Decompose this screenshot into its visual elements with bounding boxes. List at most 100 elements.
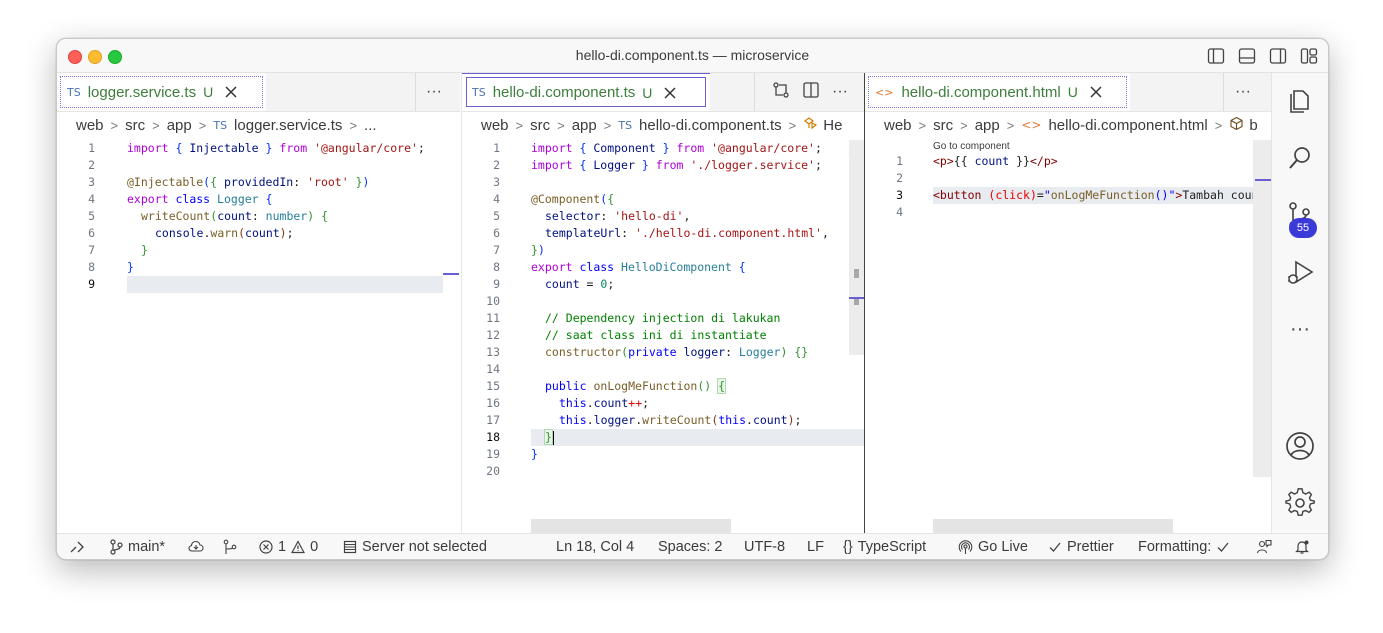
horizontal-scrollbar[interactable] <box>531 519 731 533</box>
explorer-icon[interactable] <box>1285 85 1315 115</box>
layout-controls <box>1207 47 1318 65</box>
editor-group-2: TS hello-di.component.ts U ··· web > src… <box>461 73 864 533</box>
settings-gear-icon[interactable] <box>1285 488 1315 518</box>
feedback-icon[interactable] <box>1256 534 1272 559</box>
close-icon[interactable] <box>662 85 678 101</box>
language-mode[interactable]: {} TypeScript <box>843 534 926 559</box>
codelens-go-to-component[interactable]: Go to component <box>933 141 1010 152</box>
warning-icon <box>291 540 306 554</box>
code-line: @Component({ <box>531 192 615 206</box>
cursor-position[interactable]: Ln 18, Col 4 <box>556 534 634 559</box>
more-actions-icon[interactable]: ··· <box>1235 83 1251 101</box>
git-graph-icon[interactable] <box>222 534 238 559</box>
git-branch-icon <box>110 539 123 555</box>
breadcrumb-item[interactable]: web <box>884 117 912 134</box>
untracked-marker: U <box>203 84 214 100</box>
close-icon[interactable] <box>223 84 239 100</box>
breadcrumb-item[interactable]: app <box>167 117 192 134</box>
search-icon[interactable] <box>1285 143 1315 173</box>
line-number: 2 <box>493 158 500 172</box>
horizontal-scrollbar[interactable] <box>933 519 1173 533</box>
tab-hello-di-component-ts[interactable]: TS hello-di.component.ts U <box>462 73 710 111</box>
notifications-bell-icon[interactable] <box>1294 534 1310 559</box>
code-line: <p>{{ count }}</p> <box>933 154 1058 168</box>
code-line: export class HelloDiComponent { <box>531 260 746 274</box>
breadcrumb-item[interactable]: ... <box>364 117 377 134</box>
line-number: 3 <box>493 175 500 189</box>
breadcrumb-item[interactable]: app <box>572 117 597 134</box>
typescript-file-icon: TS <box>472 86 486 99</box>
breadcrumb-item[interactable]: src <box>125 117 145 134</box>
line-number: 3 <box>88 175 95 189</box>
toggle-secondary-sidebar-icon[interactable] <box>1269 47 1287 65</box>
go-live-button[interactable]: Go Live <box>958 534 1028 559</box>
line-number: 9 <box>88 277 95 291</box>
sync-icon[interactable] <box>188 534 204 559</box>
line-number: 14 <box>486 362 500 376</box>
braces-icon: {} <box>843 539 853 555</box>
breadcrumb-item[interactable]: app <box>975 117 1000 134</box>
breadcrumb-item[interactable]: web <box>481 117 509 134</box>
eol-status[interactable]: LF <box>807 534 824 559</box>
line-number: 8 <box>88 260 95 274</box>
close-icon[interactable] <box>1088 84 1104 100</box>
more-icon[interactable]: ··· <box>1285 319 1315 349</box>
tab-bar: <> hello-di.component.html U ··· <box>865 73 1271 112</box>
code-line: public onLogMeFunction() { <box>545 378 727 394</box>
breadcrumb-item[interactable]: hello-di.component.ts <box>639 117 782 134</box>
remote-indicator[interactable] <box>57 534 97 559</box>
customize-layout-icon[interactable] <box>1300 47 1318 65</box>
tab-divider <box>415 73 416 111</box>
vertical-scrollbar[interactable] <box>1253 140 1271 477</box>
line-number: 7 <box>88 243 95 257</box>
server-status[interactable]: Server not selected <box>343 534 487 559</box>
html-file-icon: <> <box>875 85 894 99</box>
breadcrumb-item[interactable]: hello-di.component.html <box>1048 117 1207 134</box>
formatting-status[interactable]: Formatting: <box>1138 534 1230 559</box>
typescript-file-icon: TS <box>67 85 81 99</box>
branch-status[interactable]: main* <box>109 534 165 559</box>
code-line: export class Logger { <box>127 192 273 206</box>
line-number: 17 <box>486 413 500 427</box>
split-editor-icon[interactable] <box>802 81 820 104</box>
problems-status[interactable]: 1 0 <box>259 534 318 559</box>
prettier-status[interactable]: Prettier <box>1048 534 1114 559</box>
line-number: 19 <box>486 447 500 461</box>
code-line: writeCount(count: number) { <box>141 209 329 223</box>
account-icon[interactable] <box>1285 431 1315 461</box>
code-line: import { Injectable } from '@angular/cor… <box>127 141 425 155</box>
code-line: constructor(private logger: Logger) {} <box>545 345 809 359</box>
toggle-panel-icon[interactable] <box>1238 47 1256 65</box>
more-actions-icon[interactable]: ··· <box>832 83 848 101</box>
indentation-status[interactable]: Spaces: 2 <box>658 534 723 559</box>
formatting-label: Formatting: <box>1138 539 1212 555</box>
open-changes-icon[interactable] <box>772 81 790 104</box>
vscode-window: hello-di.component.ts — microservice TS … <box>56 38 1329 560</box>
line-number: 4 <box>896 205 903 219</box>
run-debug-icon[interactable] <box>1285 258 1315 288</box>
breadcrumb-item[interactable]: src <box>933 117 953 134</box>
overview-ruler-marker <box>443 273 459 275</box>
activity-bar: ··· <box>1271 73 1328 533</box>
code-editor[interactable]: 1 import { Component } from '@angular/cor… <box>462 140 864 480</box>
encoding-status[interactable]: UTF-8 <box>744 534 785 559</box>
code-line: import { Logger } from './logger.service… <box>531 158 822 172</box>
more-actions-icon[interactable]: ··· <box>426 83 442 101</box>
tab-bar: TS hello-di.component.ts U ··· <box>462 73 864 112</box>
tab-hello-di-component-html[interactable]: <> hello-di.component.html U <box>865 73 1130 111</box>
code-line: // Dependency injection di lakukan <box>545 311 781 325</box>
class-symbol-icon <box>803 116 818 134</box>
breadcrumb-item[interactable]: He <box>823 117 842 134</box>
line-number: 2 <box>896 171 903 185</box>
toggle-primary-sidebar-icon[interactable] <box>1207 47 1225 65</box>
code-editor[interactable]: 1 import { Injectable } from '@angular/co… <box>57 140 460 293</box>
vertical-scrollbar[interactable] <box>849 140 864 355</box>
check-icon <box>1217 542 1229 552</box>
breadcrumb-item[interactable]: b <box>1249 117 1257 134</box>
line-number: 1 <box>493 141 500 155</box>
breadcrumb-item[interactable]: web <box>76 117 104 134</box>
code-editor[interactable]: 1 <p>{{ count }}</p> 2 3 <button (click)="… <box>865 153 1271 221</box>
tab-logger-service[interactable]: TS logger.service.ts U <box>57 73 266 111</box>
breadcrumb-item[interactable]: logger.service.ts <box>234 117 342 134</box>
breadcrumb-item[interactable]: src <box>530 117 550 134</box>
